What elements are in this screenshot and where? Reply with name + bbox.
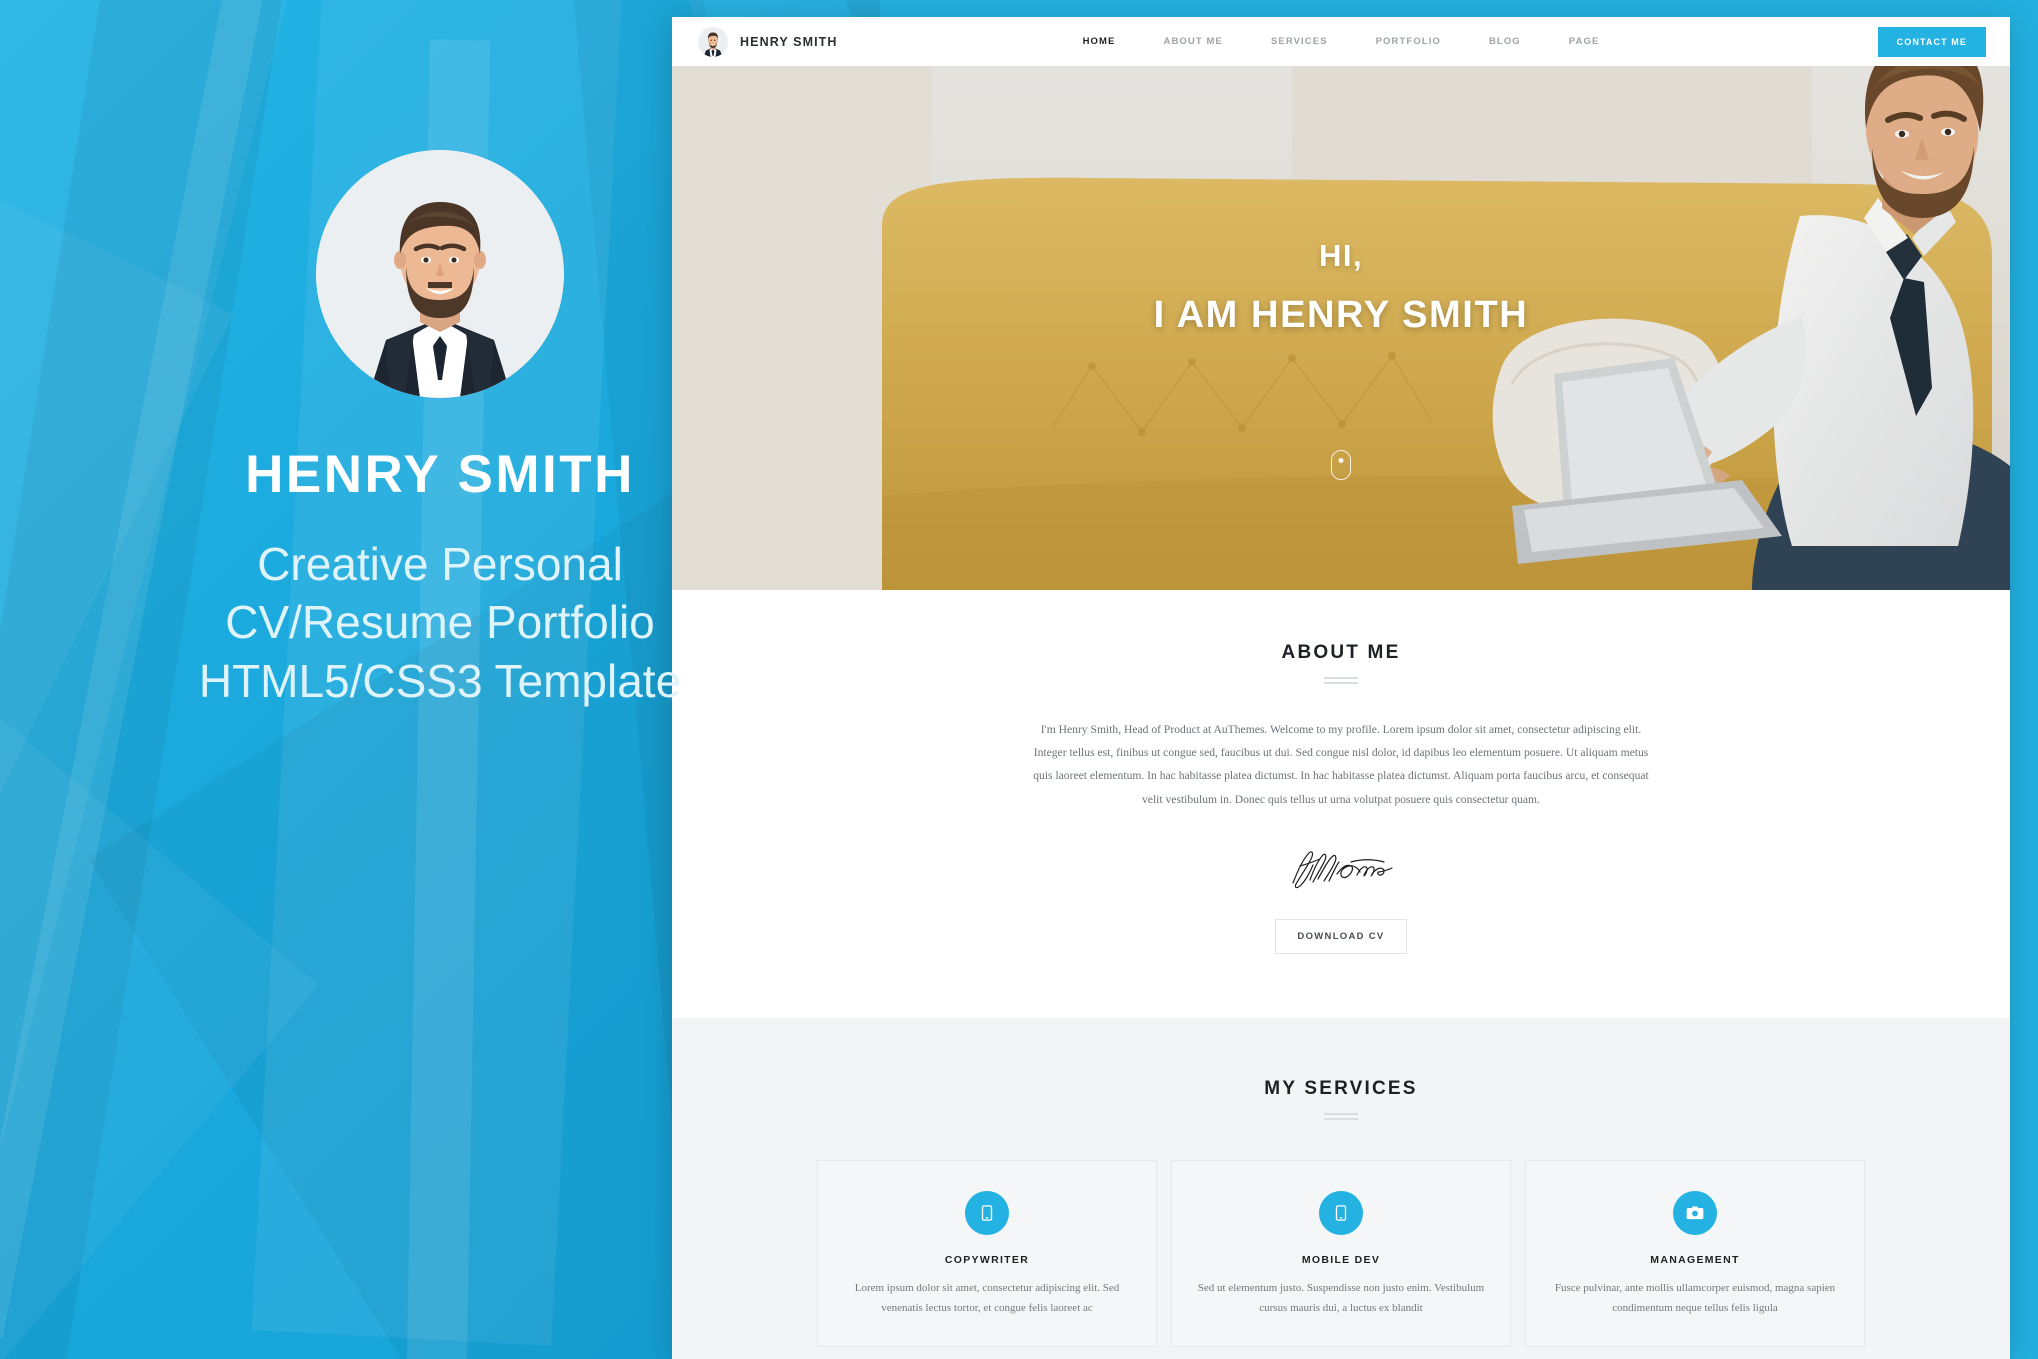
- service-card-title: MOBILE DEV: [1301, 1253, 1381, 1266]
- primary-navigation: HOME ABOUT ME SERVICES PORTFOLIO BLOG PA…: [1059, 36, 1624, 47]
- service-card-text: Sed ut elementum justo. Suspendisse non …: [1197, 1281, 1485, 1315]
- service-card[interactable]: MANAGEMENT Fusce pulvinar, ante mollis u…: [1525, 1159, 1865, 1348]
- promo-avatar: [316, 150, 564, 398]
- about-title-divider: [1324, 677, 1358, 684]
- tablet-icon: [1319, 1190, 1363, 1235]
- promo-panel: HENRY SMITH Creative Personal CV/Resume …: [0, 0, 880, 1359]
- handwritten-signature-icon: [1281, 843, 1401, 895]
- service-card[interactable]: MOBILE DEV Sed ut elementum justo. Suspe…: [1171, 1159, 1511, 1348]
- scroll-mouse-icon[interactable]: [1331, 450, 1351, 480]
- nav-item-services[interactable]: SERVICES: [1247, 36, 1352, 47]
- nav-item-blog[interactable]: BLOG: [1465, 36, 1545, 47]
- tablet-icon: [965, 1190, 1009, 1235]
- promo-name: HENRY SMITH: [245, 445, 635, 504]
- nav-item-page[interactable]: PAGE: [1545, 36, 1624, 47]
- service-card-title: MANAGEMENT: [1650, 1253, 1740, 1266]
- contact-me-button[interactable]: CONTACT ME: [1877, 26, 1986, 57]
- hero-text-block: HI, I AM HENRY SMITH: [672, 238, 2010, 337]
- hero-greeting: HI,: [1318, 238, 1364, 273]
- service-card-text: Lorem ipsum dolor sit amet, consectetur …: [854, 1281, 1120, 1315]
- hero-headline: I AM HENRY SMITH: [1153, 294, 1529, 336]
- download-cv-button[interactable]: DOWNLOAD CV: [1275, 918, 1407, 954]
- services-title-divider: [1324, 1112, 1358, 1120]
- service-card-text: Fusce pulvinar, ante mollis ullamcorper …: [1554, 1281, 1836, 1315]
- about-body-text: I'm Henry Smith, Head of Product at AuTh…: [1033, 723, 1649, 806]
- nav-item-home[interactable]: HOME: [1059, 36, 1140, 47]
- nav-item-about-me[interactable]: ABOUT ME: [1139, 36, 1246, 47]
- promo-subtitle: Creative Personal CV/Resume Portfolio HT…: [198, 538, 682, 707]
- service-card-title: COPYWRITER: [944, 1253, 1030, 1266]
- camera-icon: [1673, 1190, 1717, 1235]
- nav-item-portfolio[interactable]: PORTFOLIO: [1352, 36, 1465, 47]
